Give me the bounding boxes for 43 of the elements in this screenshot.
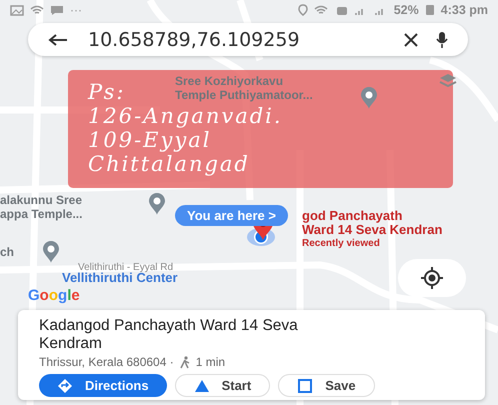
wifi-icon [314,4,330,16]
search-input[interactable]: 10.658789,76.109259 [86,28,386,52]
wifi-icon [30,4,44,16]
location-icon [298,4,308,16]
crosshair-icon [421,267,443,289]
more-text: ··· [70,3,82,17]
note-text: Chittalangad [88,152,250,176]
search-bar[interactable]: 10.658789,76.109259 [28,23,468,56]
place-label: appa Temple... [0,207,82,221]
place-label: ch [0,245,14,259]
note-text: 109-Eyyal [88,128,212,152]
place-caption: Recently viewed [302,237,381,251]
action-button[interactable]: Start [174,374,270,397]
place-label: Ward 14 Seva Kendran [302,223,442,237]
place-label: Vellithiruthi Center [62,271,178,285]
place-title: Kadangod Panchayath Ward 14 Seva Kendram [39,317,299,353]
place-pin-icon [360,86,378,110]
place-label: alakunnu Sree [0,193,82,207]
microphone-icon[interactable] [436,30,448,48]
clock-time: 4:33 pm [440,3,488,17]
bookmark-icon [297,378,314,394]
battery-percent: 52% [394,3,419,17]
note-text: Ps: [88,80,126,104]
place-pin-icon [148,192,166,216]
road-label: Velithiruthi - Eyyal Rd [78,261,174,273]
place-label: Sree Kozhiyorkavu [175,74,284,88]
directions-icon [57,378,73,394]
triangle-icon [194,378,210,394]
layers-icon [439,73,457,89]
image-icon [10,4,24,16]
close-icon[interactable] [404,32,418,46]
google-logo: Google [28,288,80,304]
back-arrow-icon[interactable] [48,32,68,46]
action-button[interactable]: Directions [39,374,167,397]
walking-person-icon [180,356,190,368]
place-address: Thrissur, Kerala 680604 · [39,355,174,369]
action-button[interactable]: Save [278,374,375,397]
place-label: Temple Puthiyamatoor... [175,88,313,102]
note-text: 126-Anganvadi. [88,104,283,128]
message-icon [50,4,64,16]
place-pin-icon [42,240,60,264]
place-label: god Panchayath [302,209,404,223]
walk-time: 1 min [196,355,226,369]
